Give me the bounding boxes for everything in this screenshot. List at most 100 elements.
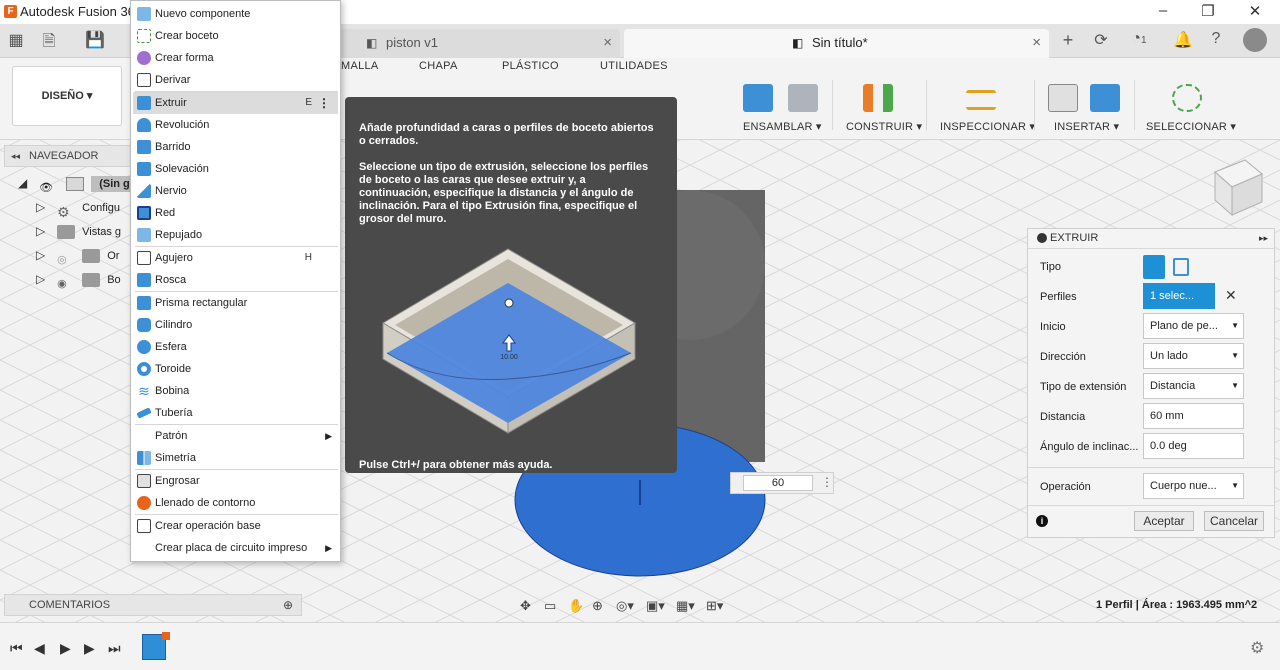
timeline-marker[interactable] bbox=[162, 632, 170, 640]
menu-item-pattern[interactable]: Patrón ▶ bbox=[133, 425, 338, 447]
tab-untitled[interactable]: ◧ Sin título* × bbox=[624, 29, 1049, 58]
cancel-button[interactable]: Cancelar bbox=[1204, 511, 1264, 531]
menu-item-sweep[interactable]: Barrido bbox=[133, 136, 338, 158]
ribbon-tab-mesh[interactable]: MALLA bbox=[341, 60, 379, 72]
menu-item-rib[interactable]: Nervio bbox=[133, 180, 338, 202]
menu-item-thread[interactable]: Rosca bbox=[133, 269, 338, 291]
tab-piston[interactable]: ◧ piston v1 × bbox=[340, 29, 620, 58]
more-options-icon[interactable]: ⋮ bbox=[821, 475, 833, 489]
expand-arrow-icon[interactable]: ▷ bbox=[36, 244, 50, 266]
taper-angle-input[interactable]: 0.0 deg bbox=[1143, 433, 1244, 459]
select-tool-icon[interactable] bbox=[1172, 84, 1202, 112]
step-forward-icon[interactable]: ▶ bbox=[84, 640, 95, 657]
pan-icon[interactable]: ✋ bbox=[568, 598, 592, 614]
tree-row-bodies[interactable]: ▷ ◉ Bo bbox=[36, 268, 121, 290]
close-window-button[interactable]: ✕ bbox=[1240, 2, 1270, 22]
new-tab-icon[interactable]: + bbox=[1057, 30, 1079, 50]
minimize-button[interactable]: – bbox=[1148, 2, 1178, 22]
menu-item-thicken[interactable]: Engrosar bbox=[133, 470, 338, 492]
viewports-icon[interactable]: ⊞▾ bbox=[706, 598, 736, 614]
expand-arrow-icon[interactable]: ▷ bbox=[36, 196, 50, 218]
zoom-icon[interactable]: ⊕ bbox=[592, 598, 616, 614]
workspace-switcher[interactable]: DISEÑO ▾ bbox=[12, 66, 122, 126]
profiles-selection[interactable]: 1 selec... bbox=[1143, 283, 1215, 309]
group-construct[interactable]: CONSTRUIR ▾ bbox=[846, 120, 922, 133]
menu-item-pcb[interactable]: Crear placa de circuito impreso ▶ bbox=[133, 537, 338, 559]
menu-item-coil[interactable]: ≋ Bobina bbox=[133, 380, 338, 402]
distance-input[interactable]: 60 mm bbox=[1143, 403, 1244, 429]
fit-icon[interactable]: ◎▾ bbox=[616, 598, 646, 614]
add-comment-icon[interactable]: ⊕ bbox=[283, 595, 293, 615]
menu-item-mirror[interactable]: Simetría bbox=[133, 447, 338, 469]
menu-item-boundary-fill[interactable]: Llenado de contorno bbox=[133, 492, 338, 514]
jobs-status-icon[interactable]: ◔1 bbox=[1124, 30, 1154, 50]
tree-root[interactable]: ◢ 👁 (Sin g bbox=[18, 172, 138, 194]
settings-gear-icon[interactable]: ⚙ bbox=[1250, 638, 1264, 658]
ribbon-tab-plastic[interactable]: PLÁSTICO bbox=[502, 60, 559, 72]
type-thin-button[interactable] bbox=[1173, 258, 1189, 276]
joint-tool-icon[interactable] bbox=[788, 84, 818, 112]
measure-tool-icon[interactable] bbox=[966, 90, 996, 110]
play-icon[interactable]: ▶ bbox=[60, 640, 71, 657]
sync-icon[interactable]: ⟳ bbox=[1090, 30, 1112, 50]
eye-icon[interactable]: 👁 bbox=[39, 177, 55, 194]
operation-dropdown[interactable]: Cuerpo nue... ▼ bbox=[1143, 473, 1244, 499]
menu-item-web[interactable]: Red bbox=[133, 202, 338, 224]
menu-item-create-form[interactable]: Crear forma bbox=[133, 47, 338, 69]
direction-dropdown[interactable]: Un lado ▼ bbox=[1143, 343, 1244, 369]
ok-button[interactable]: Aceptar bbox=[1134, 511, 1194, 531]
file-menu-icon[interactable]: 🗎 bbox=[38, 30, 60, 50]
help-icon[interactable]: ? bbox=[1205, 30, 1227, 50]
menu-item-pipe[interactable]: Tubería bbox=[133, 402, 338, 424]
offset-plane-tool-icon[interactable] bbox=[863, 84, 893, 112]
menu-item-derive[interactable]: Derivar bbox=[133, 69, 338, 91]
avatar[interactable] bbox=[1243, 28, 1267, 52]
apps-grid-icon[interactable]: ▦ bbox=[5, 30, 27, 50]
comments-panel[interactable]: COMENTARIOS ⊕ bbox=[4, 594, 302, 616]
menu-item-torus[interactable]: Toroide bbox=[133, 358, 338, 380]
group-inspect[interactable]: INSPECCIONAR ▾ bbox=[940, 120, 1035, 133]
go-to-start-icon[interactable]: ⏮ bbox=[10, 640, 23, 657]
type-solid-button[interactable] bbox=[1143, 255, 1165, 279]
menu-item-new-component[interactable]: Nuevo componente bbox=[133, 3, 338, 25]
dialog-header[interactable]: EXTRUIR ▸▸ bbox=[1028, 229, 1274, 249]
group-assemble[interactable]: ENSAMBLAR ▾ bbox=[743, 120, 822, 133]
go-to-end-icon[interactable]: ⏭ bbox=[108, 640, 121, 657]
grid-settings-icon[interactable]: ▦▾ bbox=[676, 598, 706, 614]
info-icon[interactable]: i bbox=[1036, 515, 1048, 527]
display-settings-icon[interactable]: ▣▾ bbox=[646, 598, 676, 614]
menu-item-sphere[interactable]: Esfera bbox=[133, 336, 338, 358]
save-icon[interactable]: 💾 bbox=[84, 30, 106, 50]
menu-item-emboss[interactable]: Repujado bbox=[133, 224, 338, 246]
expand-arrow-icon[interactable]: ▷ bbox=[36, 268, 50, 290]
extent-type-dropdown[interactable]: Distancia ▼ bbox=[1143, 373, 1244, 399]
menu-item-create-sketch[interactable]: Crear boceto bbox=[133, 25, 338, 47]
tree-row-settings[interactable]: ▷ ⚙ Configu bbox=[36, 196, 120, 220]
menu-item-base-feature[interactable]: Crear operación base bbox=[133, 515, 338, 537]
group-insert[interactable]: INSERTAR ▾ bbox=[1054, 120, 1119, 133]
menu-item-loft[interactable]: Solevación bbox=[133, 158, 338, 180]
distance-input[interactable]: 60 bbox=[743, 475, 813, 491]
group-select[interactable]: SELECCIONAR ▾ bbox=[1146, 120, 1236, 133]
collapse-icon[interactable]: ◂◂ bbox=[11, 146, 20, 166]
tree-row-named-views[interactable]: ▷ Vistas g bbox=[36, 220, 121, 242]
collapse-icon[interactable] bbox=[1037, 233, 1047, 243]
maximize-button[interactable]: ❐ bbox=[1193, 2, 1223, 22]
tree-row-origin[interactable]: ▷ ◎ Or bbox=[36, 244, 119, 266]
start-dropdown[interactable]: Plano de pe... ▼ bbox=[1143, 313, 1244, 339]
notifications-icon[interactable]: 🔔 bbox=[1172, 30, 1194, 50]
menu-item-extrude[interactable]: Extruir E ⋮ bbox=[133, 92, 338, 114]
eye-hidden-icon[interactable]: ◎ bbox=[57, 249, 71, 266]
orbit-icon[interactable]: ✥ bbox=[520, 598, 544, 614]
ribbon-tab-sheet-metal[interactable]: CHAPA bbox=[419, 60, 458, 72]
menu-item-hole[interactable]: Agujero H bbox=[133, 247, 338, 269]
more-options-icon[interactable]: ⋮ bbox=[318, 92, 330, 114]
expand-icon[interactable]: ▸▸ bbox=[1259, 229, 1268, 247]
new-component-tool-icon[interactable] bbox=[743, 84, 773, 112]
close-tab-icon[interactable]: × bbox=[603, 29, 612, 57]
collapse-arrow-icon[interactable]: ◢ bbox=[18, 172, 32, 194]
insert-derive-tool-icon[interactable] bbox=[1048, 84, 1078, 112]
insert-canvas-tool-icon[interactable] bbox=[1090, 84, 1120, 112]
expand-arrow-icon[interactable]: ▷ bbox=[36, 220, 50, 242]
clear-selection-icon[interactable]: ✕ bbox=[1225, 287, 1237, 304]
